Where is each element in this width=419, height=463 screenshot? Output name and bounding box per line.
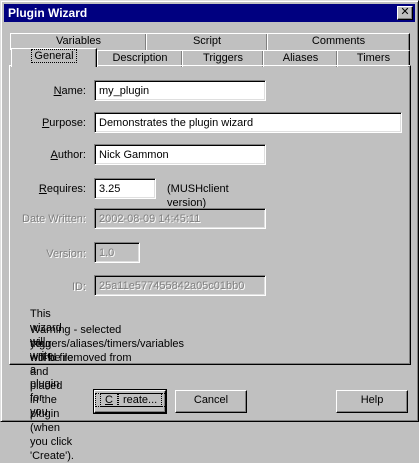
tab-general[interactable]: General <box>11 48 97 67</box>
tab-comments[interactable]: Comments <box>267 33 410 50</box>
button-label: reate... <box>117 393 163 407</box>
author-label: Author: <box>6 148 86 162</box>
version-field: 1.0 <box>94 242 140 263</box>
requires-input[interactable]: 3.25 <box>94 178 156 199</box>
tab-label: Variables <box>55 35 102 47</box>
purpose-label: Purpose: <box>6 116 86 130</box>
close-icon[interactable]: ✕ <box>397 6 413 20</box>
help-button[interactable]: Help <box>336 390 408 413</box>
plugin-wizard-window: Plugin Wizard ✕ Variables Script Comment… <box>0 0 419 462</box>
tab-script[interactable]: Script <box>146 33 268 50</box>
version-label: Version: <box>46 248 86 260</box>
label-text: equires: <box>46 183 86 195</box>
label-text: urpose: <box>49 117 86 129</box>
name-input[interactable]: my_plugin <box>94 80 266 101</box>
label-accel: A <box>50 149 58 161</box>
purpose-input[interactable]: Demonstrates the plugin wizard <box>94 112 402 133</box>
date-written-field: 2002-08-09 14:45:11 <box>94 208 266 229</box>
label-accel: N <box>53 85 62 97</box>
author-input[interactable]: Nick Gammon <box>94 144 266 165</box>
date-written-label: Date Written: <box>22 213 86 225</box>
tab-label: Timers <box>356 52 391 64</box>
requires-note: (MUSHclient version) <box>167 183 229 209</box>
button-accel: C <box>100 393 118 407</box>
label-text: uthor: <box>57 149 86 161</box>
id-label: ID: <box>71 281 86 293</box>
name-label: Name: <box>6 84 86 98</box>
id-field: 25a11e577455842a05c01bb0 <box>94 275 266 296</box>
tab-label: Triggers <box>203 52 243 64</box>
tab-label: Comments <box>311 35 366 47</box>
tab-label: General <box>31 49 77 63</box>
tab-label: Script <box>192 35 222 47</box>
cancel-button[interactable]: Cancel <box>175 390 247 413</box>
title-bar[interactable]: Plugin Wizard ✕ <box>4 4 415 22</box>
tab-label: Description <box>112 52 168 64</box>
info-text-3: your world file and placed in the plugin… <box>30 338 74 462</box>
create-button[interactable]: Create... <box>93 389 168 414</box>
label-accel: R <box>38 183 47 195</box>
requires-label: Requires: <box>6 182 86 196</box>
tab-label: Aliases <box>282 52 319 64</box>
window-title: Plugin Wizard <box>8 6 88 20</box>
label-text: ame: <box>61 85 86 97</box>
